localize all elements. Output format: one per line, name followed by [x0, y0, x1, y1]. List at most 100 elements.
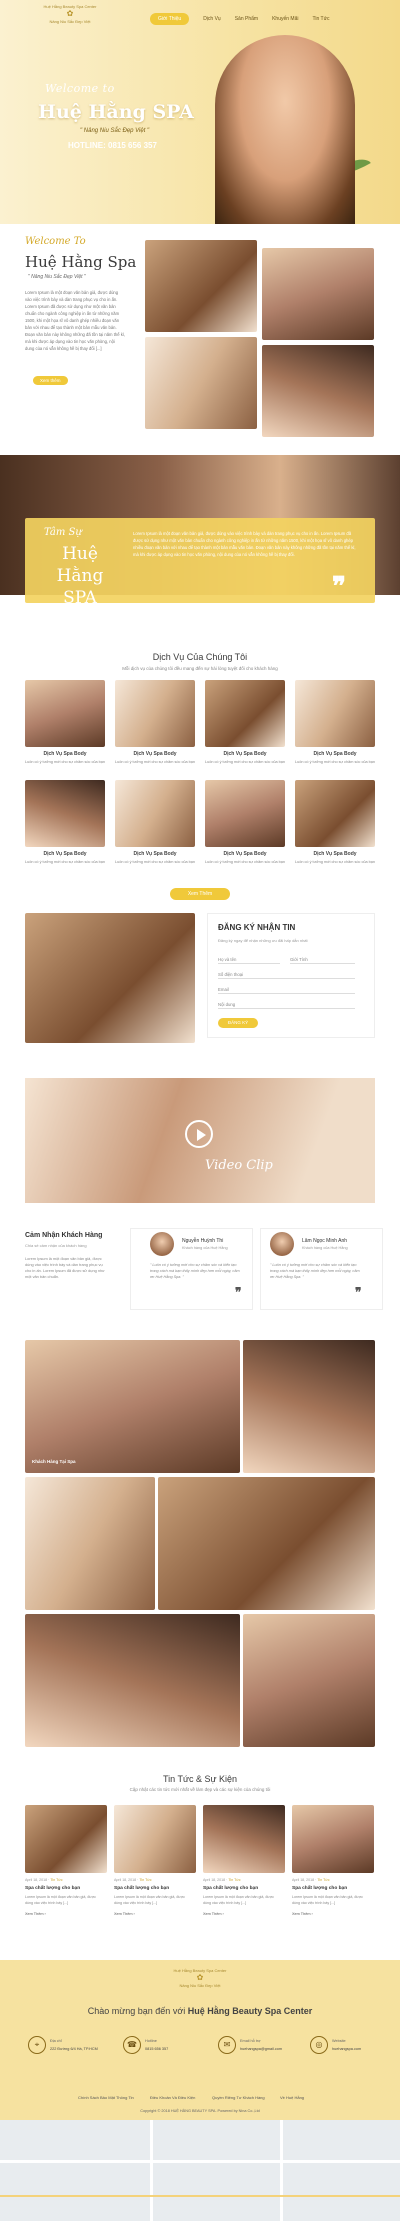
services-more-button[interactable]: Xem Thêm	[170, 888, 230, 900]
testimonials-subtitle: Chia sẻ cảm nhận của khách hàng	[25, 1243, 87, 1248]
map[interactable]	[0, 2120, 400, 2221]
service-image[interactable]	[25, 680, 105, 747]
quote-icon: ❞	[332, 572, 346, 602]
footer-link[interactable]: Quyền Riêng Tư Khách Hàng	[212, 2095, 265, 2100]
main-nav: Giới Thiệu Dịch Vụ Sản Phẩm Khuyến Mãi T…	[150, 13, 329, 25]
gallery-photo[interactable]	[25, 1477, 155, 1610]
logo-mark: ✿	[66, 9, 74, 18]
story-subtitle: Tâm Sự	[44, 527, 82, 538]
footer-welcome-brand: Huệ Hằng Beauty Spa Center	[187, 2006, 313, 2016]
footer-email-value[interactable]: huehangspa@gmail.com	[240, 2047, 282, 2051]
service-image[interactable]	[205, 780, 285, 847]
hero-hotline[interactable]: HOTLINE: 0815 656 357	[68, 141, 157, 150]
register-subtitle: Đăng ký ngay để nhận những ưu đãi hấp dẫ…	[218, 938, 308, 943]
footer-link[interactable]: Điều Khoản Và Điều Kiện	[150, 2095, 195, 2100]
service-image[interactable]	[295, 680, 375, 747]
nav-item-about[interactable]: Giới Thiệu	[150, 13, 190, 25]
name-field[interactable]: Họ và tên	[218, 955, 280, 964]
services-title: Dịch Vụ Của Chúng Tôi	[152, 652, 248, 662]
service-name[interactable]: Dịch Vụ Spa Body	[25, 751, 105, 757]
email-field[interactable]: Email	[218, 985, 355, 994]
service-image[interactable]	[115, 680, 195, 747]
gallery-photo[interactable]	[243, 1340, 375, 1473]
footer-link[interactable]: Về Huệ Hằng	[280, 2095, 304, 2100]
testimonial-name: Nguyễn Huỳnh Thi	[182, 1238, 224, 1244]
service-image[interactable]	[25, 780, 105, 847]
news-date-text: April 18, 2018	[25, 1878, 48, 1882]
hero-welcome: Welcome to	[45, 82, 115, 95]
news-date-text: April 18, 2018	[114, 1878, 137, 1882]
news-image[interactable]	[203, 1805, 285, 1873]
service-desc: Luôn có ý tưởng mới cho sự chăm sóc của …	[205, 860, 285, 864]
service-name[interactable]: Dịch Vụ Spa Body	[295, 851, 375, 857]
note-field[interactable]: Nội dung	[218, 1000, 355, 1009]
news-headline[interactable]: Spa chất lượng cho bạn	[114, 1886, 169, 1891]
nav-item-products[interactable]: Sản Phẩm	[235, 16, 258, 22]
footer-web-value[interactable]: huehangspa.com	[332, 2047, 361, 2051]
footer-link[interactable]: Chính Sách Bảo Mật Thông Tin	[78, 2095, 134, 2100]
service-name[interactable]: Dịch Vụ Spa Body	[205, 751, 285, 757]
service-name[interactable]: Dịch Vụ Spa Body	[205, 851, 285, 857]
news-date-text: April 18, 2018	[292, 1878, 315, 1882]
service-image[interactable]	[295, 780, 375, 847]
copyright: Copyright © 2018 HUỆ HẰNG BEAUTY SPA. Po…	[140, 2109, 260, 2113]
about-welcome: Welcome To	[25, 236, 86, 247]
service-name[interactable]: Dịch Vụ Spa Body	[25, 851, 105, 857]
logo[interactable]: Huệ Hằng Beauty Spa Center ✿ Nâng Niu Sắ…	[40, 4, 100, 30]
news-tag: Tin Tức	[317, 1878, 330, 1882]
footer-phone-value[interactable]: 0815 656 357	[145, 2047, 168, 2051]
about-text: Lorem Ipsum là một đoạn văn bản giả, đượ…	[25, 290, 125, 351]
about-name: Huệ Hằng Spa	[25, 253, 137, 271]
about-photo-1	[145, 240, 257, 332]
gallery-photo[interactable]	[25, 1614, 240, 1747]
footer-address-label: Địa chỉ	[50, 2039, 62, 2043]
story-title: Huệ Hằng SPA	[40, 543, 120, 609]
avatar	[270, 1232, 294, 1256]
news-more-link[interactable]: Xem Thêm ›	[203, 1912, 224, 1916]
nav-item-promotions[interactable]: Khuyến Mãi	[272, 16, 298, 22]
map-road	[150, 2120, 153, 2221]
gallery-photo[interactable]	[25, 1340, 240, 1473]
news-headline[interactable]: Spa chất lượng cho bạn	[203, 1886, 258, 1891]
logo-mark: ✿	[196, 1973, 204, 1982]
gallery-photo[interactable]	[158, 1477, 375, 1610]
story-text: Lorem Ipsum là một đoạn văn bản giả, đượ…	[133, 531, 356, 557]
service-desc: Luôn có ý tưởng mới cho sự chăm sóc của …	[295, 760, 375, 764]
gallery-photo[interactable]	[243, 1614, 375, 1747]
globe-icon: ◎	[310, 2036, 328, 2054]
news-more-link[interactable]: Xem Thêm ›	[25, 1912, 46, 1916]
news-date: April 18, 2018 · Tin Tức	[25, 1878, 63, 1882]
news-image[interactable]	[114, 1805, 196, 1873]
register-button[interactable]: ĐĂNG KÝ	[218, 1018, 258, 1028]
news-headline[interactable]: Spa chất lượng cho bạn	[25, 1886, 80, 1891]
testimonial-role: Khách hàng của Huệ Hằng	[302, 1246, 348, 1250]
service-name[interactable]: Dịch Vụ Spa Body	[115, 751, 195, 757]
about-more-button[interactable]: Xem thêm	[33, 376, 68, 385]
phone-field[interactable]: Số điện thoại	[218, 970, 355, 979]
service-image[interactable]	[205, 680, 285, 747]
service-desc: Luôn có ý tưởng mới cho sự chăm sóc của …	[25, 860, 105, 864]
news-more-link[interactable]: Xem Thêm ›	[114, 1912, 135, 1916]
service-image[interactable]	[115, 780, 195, 847]
footer-phone: ☎ Hotline 0815 656 357	[123, 2036, 213, 2062]
news-image[interactable]	[292, 1805, 374, 1873]
service-name[interactable]: Dịch Vụ Spa Body	[115, 851, 195, 857]
footer-email: ✉ Email hỗ trợ huehangspa@gmail.com	[218, 2036, 308, 2062]
gender-select[interactable]: Giới Tính	[290, 955, 355, 964]
quote-icon: ❞	[355, 1285, 362, 1299]
testimonial-body: " Luôn có ý tưởng mới cho sự chăm sóc và…	[150, 1263, 240, 1279]
service-name[interactable]: Dịch Vụ Spa Body	[295, 751, 375, 757]
map-road	[280, 2120, 283, 2221]
footer-logo[interactable]: Huệ Hằng Beauty Spa Center ✿ Nâng Niu Sắ…	[170, 1968, 230, 1994]
nav-item-services[interactable]: Dịch Vụ	[203, 16, 221, 22]
play-icon[interactable]	[185, 1120, 213, 1148]
nav-item-news[interactable]: Tin Tức	[312, 16, 329, 22]
news-more-link[interactable]: Xem Thêm ›	[292, 1912, 313, 1916]
news-image[interactable]	[25, 1805, 107, 1873]
testimonial-role: Khách hàng của Huệ Hằng	[182, 1246, 228, 1250]
footer-logo-slogan: Nâng Niu Sắc Đẹp Việt	[179, 1983, 221, 1988]
quote-icon: ❞	[235, 1285, 242, 1299]
hero-model-image	[215, 35, 355, 224]
news-headline[interactable]: Spa chất lượng cho bạn	[292, 1886, 347, 1891]
news-tag: Tin Tức	[228, 1878, 241, 1882]
